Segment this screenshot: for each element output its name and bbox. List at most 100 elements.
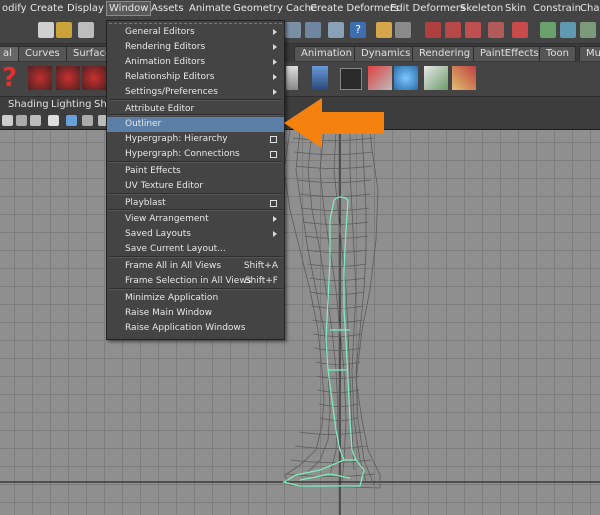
ik-tool-icon[interactable] (312, 66, 328, 90)
menu-item-outliner[interactable]: Outliner (107, 117, 284, 132)
tab-dynamics[interactable]: Dynamics (354, 46, 418, 61)
magnet-icon[interactable] (488, 22, 504, 38)
render-icon[interactable] (425, 22, 441, 38)
menu-item-hypergraph-hierarchy[interactable]: Hypergraph: Hierarchy (107, 132, 284, 147)
menu-item-label: Hypergraph: Hierarchy (125, 134, 228, 144)
wireframe-ring (309, 277, 366, 281)
attribute-editor-icon[interactable] (560, 22, 576, 38)
blend-icon[interactable] (368, 66, 392, 90)
image-plane-icon[interactable] (48, 115, 59, 126)
wireframe-toggle-icon[interactable] (82, 115, 93, 126)
sphere-icon[interactable] (394, 66, 418, 90)
menu-item-animation-editors[interactable]: Animation Editors (107, 55, 284, 70)
submenu-arrow-icon (273, 89, 277, 95)
menu-separator (109, 114, 282, 116)
viewport[interactable] (0, 130, 600, 515)
menu-item-label: Frame Selection in All Views (125, 276, 252, 286)
tab-animation[interactable]: Animation (294, 46, 359, 61)
save-scene-icon[interactable] (78, 22, 94, 38)
orange-arrow-icon (284, 98, 384, 148)
menu-item-raise-main-window[interactable]: Raise Main Window (107, 306, 284, 321)
menu-item-raise-application-windows[interactable]: Raise Application Windows (107, 321, 284, 336)
menu-assets[interactable]: Assets (151, 3, 184, 14)
tab-curves[interactable]: Curves (18, 46, 67, 61)
menu-item-save-current-layout[interactable]: Save Current Layout... (107, 242, 284, 257)
tab-general[interactable]: al (0, 46, 19, 61)
menu-item-uv-texture-editor[interactable]: UV Texture Editor (107, 179, 284, 194)
channel-box-icon[interactable] (540, 22, 556, 38)
menu-item-hypergraph-connections[interactable]: Hypergraph: Connections (107, 147, 284, 162)
help-question-icon[interactable]: ? (2, 65, 26, 91)
panel-menu-lighting[interactable]: Lighting (51, 99, 91, 110)
menu-item-minimize-application[interactable]: Minimize Application (107, 291, 284, 306)
bookmark-icon[interactable] (30, 115, 41, 126)
menu-create-deformers[interactable]: Create Deformers (310, 3, 399, 14)
paint-brush-icon[interactable] (452, 66, 476, 90)
menu-geometry-cache[interactable]: Geometry Cache (233, 3, 317, 14)
snap-point-icon[interactable] (328, 22, 344, 38)
lock-icon[interactable] (376, 22, 392, 38)
menu-window[interactable]: Window (106, 1, 152, 16)
muscle-tool-icon[interactable] (28, 66, 52, 90)
menu-item-relationship-editors[interactable]: Relationship Editors (107, 70, 284, 85)
tab-rendering[interactable]: Rendering (412, 46, 478, 61)
wireframe-ring (295, 445, 367, 449)
option-box-icon[interactable] (270, 151, 277, 158)
menu-item-frame-selection-in-all-views[interactable]: Frame Selection in All Views Shift+F (107, 274, 284, 289)
open-scene-icon[interactable] (56, 22, 72, 38)
menu-edit-deformers[interactable]: Edit Deformers (390, 3, 465, 14)
menu-create[interactable]: Create (30, 3, 63, 14)
option-box-icon[interactable] (270, 136, 277, 143)
menu-character[interactable]: Chara (580, 3, 600, 14)
ipr-render-icon[interactable] (445, 22, 461, 38)
submenu-arrow-icon (273, 29, 277, 35)
wireframe-ring (302, 221, 369, 225)
menu-item-shortcut: Shift+F (244, 276, 278, 286)
history-icon[interactable] (395, 22, 411, 38)
menu-item-label: UV Texture Editor (125, 181, 204, 191)
menu-item-view-arrangement[interactable]: View Arrangement (107, 212, 284, 227)
lock-camera-icon[interactable] (16, 115, 27, 126)
new-scene-icon[interactable] (38, 22, 54, 38)
menu-item-saved-layouts[interactable]: Saved Layouts (107, 227, 284, 242)
menu-item-general-editors[interactable]: General Editors (107, 25, 284, 40)
cube-icon[interactable] (424, 66, 448, 90)
menu-item-settings-preferences[interactable]: Settings/Preferences (107, 85, 284, 100)
camera-icon[interactable] (2, 115, 13, 126)
joint-tool-icon[interactable] (286, 66, 298, 90)
submenu-arrow-icon (273, 231, 277, 237)
menu-constrain[interactable]: Constrain (533, 3, 581, 14)
deform-tool-icon[interactable] (56, 66, 80, 90)
skin-tool-icon[interactable] (82, 66, 106, 90)
help-icon[interactable]: ? (350, 22, 366, 38)
menu-skin[interactable]: Skin (505, 3, 526, 14)
submenu-arrow-icon (273, 59, 277, 65)
snap-grid-icon[interactable] (285, 22, 301, 38)
menu-item-label: View Arrangement (125, 214, 209, 224)
tab-muscle[interactable]: Muscle (579, 46, 600, 61)
input-ops-icon[interactable] (512, 22, 528, 38)
tab-painteffects[interactable]: PaintEffects (473, 46, 546, 61)
tool-settings-icon[interactable] (580, 22, 596, 38)
option-box-icon[interactable] (270, 200, 277, 207)
menu-separator (109, 288, 282, 290)
menu-item-label: Outliner (125, 119, 162, 129)
render-settings-icon[interactable] (465, 22, 481, 38)
menu-item-frame-all-in-all-views[interactable]: Frame All in All Views Shift+A (107, 259, 284, 274)
tab-toon[interactable]: Toon (539, 46, 576, 61)
menu-display[interactable]: Display (67, 3, 104, 14)
grid-toggle-icon[interactable] (66, 115, 77, 126)
panel-menu-shading[interactable]: Shading (8, 99, 49, 110)
menu-item-rendering-editors[interactable]: Rendering Editors (107, 40, 284, 55)
menu-item-shortcut: Shift+A (243, 261, 278, 271)
menu-modify[interactable]: odify (2, 3, 27, 14)
menu-animate[interactable]: Animate (189, 3, 231, 14)
menu-separator (109, 161, 282, 163)
snap-curve-icon[interactable] (305, 22, 321, 38)
menu-item-paint-effects[interactable]: Paint Effects (107, 164, 284, 179)
submenu-arrow-icon (273, 74, 277, 80)
menu-item-label: Frame All in All Views (125, 261, 222, 271)
menu-skeleton[interactable]: Skeleton (460, 3, 503, 14)
menu-item-label: Relationship Editors (125, 72, 215, 82)
script-icon[interactable] (340, 68, 362, 90)
